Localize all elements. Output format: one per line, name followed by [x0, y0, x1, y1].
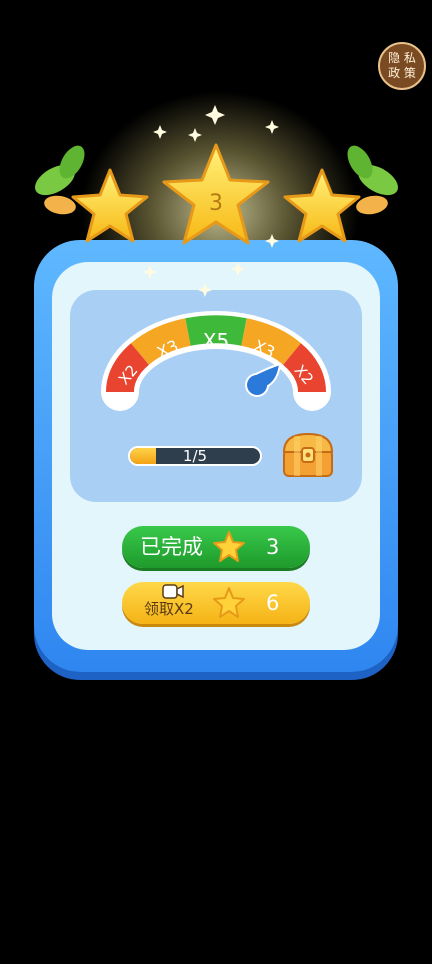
- star-rating: 3: [35, 105, 398, 297]
- gauge-segment-3: X5: [203, 329, 229, 353]
- gauge-pointer-icon: [245, 362, 282, 397]
- claim-double-button[interactable]: 领取X2 6: [122, 582, 310, 624]
- star-icon: [213, 531, 245, 562]
- leaf-right-icon: [347, 145, 398, 215]
- star-right-icon: [283, 168, 361, 243]
- leaf-left-icon: [35, 145, 85, 215]
- star-left-icon: [71, 168, 149, 243]
- completed-button[interactable]: 已完成 3: [122, 526, 310, 568]
- claim-double-label: 领取X2: [144, 600, 194, 618]
- multiplier-gauge: X2 X3 X5 X3 X2: [101, 311, 331, 411]
- treasure-chest-icon[interactable]: [280, 430, 336, 480]
- star-icon: [213, 587, 245, 618]
- completed-star-count: 3: [266, 535, 280, 559]
- level-number: 3: [209, 191, 223, 216]
- completed-label: 已完成: [140, 535, 203, 559]
- progress-label: 1/5: [182, 447, 208, 465]
- claim-double-star-count: 6: [266, 591, 280, 615]
